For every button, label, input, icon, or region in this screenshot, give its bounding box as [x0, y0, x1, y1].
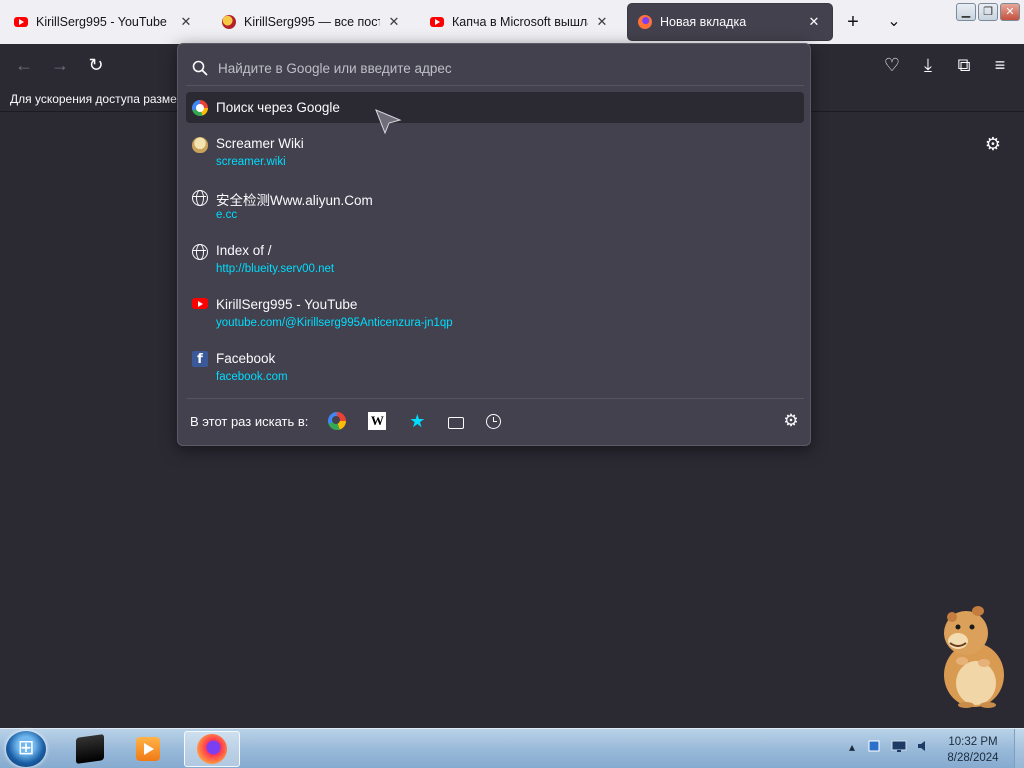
suggestion-title: KirillSerg995 - YouTube [216, 297, 358, 312]
suggestion-title: Index of / [216, 243, 272, 258]
tab-title: Капча в Microsoft вышла на [452, 15, 588, 29]
google-icon[interactable] [328, 412, 347, 430]
suggestion-search-google[interactable]: Поиск через Google [186, 92, 804, 123]
bookmarks-star-icon[interactable]: ★ [408, 412, 426, 430]
urlbar-dropdown: Найдите в Google или введите адрес Поиск… [177, 43, 811, 446]
close-tab-icon[interactable]: ✕ [594, 14, 610, 30]
search-icon [192, 60, 208, 76]
one-off-label: В этот раз искать в: [190, 413, 309, 429]
tab-captcha[interactable]: Капча в Microsoft вышла на ✕ [420, 4, 620, 40]
taskbar-app-media-player[interactable] [120, 731, 176, 767]
show-desktop-button[interactable] [1014, 729, 1024, 768]
history-icon[interactable] [486, 413, 502, 429]
suggestion-url: e.cc [216, 209, 238, 221]
site-favicon [192, 137, 208, 153]
back-button[interactable]: ← [14, 55, 34, 75]
mouse-cursor-icon [375, 109, 402, 134]
close-tab-icon[interactable]: ✕ [386, 14, 402, 30]
forward-button[interactable]: → [50, 55, 70, 75]
tray-volume-icon[interactable] [915, 739, 931, 755]
youtube-icon [430, 17, 444, 27]
suggestion-screamer-wiki[interactable]: Screamer Wiki screamer.wiki [186, 132, 804, 178]
clock-time: 10:32 PM [948, 736, 998, 748]
search-settings-gear-icon[interactable]: ⚙ [782, 412, 800, 430]
new-tab-button[interactable]: + [843, 12, 863, 32]
list-all-tabs-button[interactable]: ⌄ [884, 12, 904, 32]
close-tab-icon[interactable]: ✕ [178, 14, 194, 30]
hamster-sticker [944, 606, 1004, 708]
taskbar-app-firefox[interactable] [184, 731, 240, 767]
wikipedia-icon[interactable]: W [368, 412, 387, 430]
suggestion-url: youtube.com/@Kirillserg995Anticenzura-jn… [216, 317, 453, 329]
tab-title: KirillSerg995 — все посты по [244, 15, 380, 29]
globe-icon [192, 190, 208, 206]
one-off-search-bar: В этот раз искать в: W ★ ⚙ [186, 404, 804, 438]
tray-network-icon[interactable] [891, 739, 907, 755]
youtube-icon [14, 17, 28, 27]
tray-chevron-icon[interactable]: ▴ [844, 739, 860, 755]
suggestion-facebook[interactable]: f Facebook facebook.com [186, 347, 804, 393]
app-menu-button[interactable]: ≡ [990, 55, 1010, 75]
suggestion-url: screamer.wiki [216, 156, 286, 168]
windows-taskbar: ▴ 10:32 PM 8/28/2024 [0, 728, 1024, 768]
firefox-icon [638, 15, 652, 29]
black-box-app-icon [76, 734, 104, 764]
suggestion-index-of[interactable]: Index of / http://blueity.serv00.net [186, 239, 804, 285]
downloads-button[interactable]: ⤓ [918, 55, 938, 75]
suggestion-title: Screamer Wiki [216, 136, 304, 151]
extensions-button[interactable]: ⧉ [954, 55, 974, 75]
page-settings-gear-icon[interactable]: ⚙ [983, 134, 1003, 154]
url-input[interactable]: Найдите в Google или введите адрес [186, 52, 804, 84]
close-tab-icon[interactable]: ✕ [806, 14, 822, 30]
taskbar-clock[interactable]: 10:32 PM 8/28/2024 [935, 734, 1011, 766]
tabs-icon[interactable] [448, 416, 465, 429]
suggestion-aliyun[interactable]: 安全检测Www.aliyun.Com e.cc [186, 185, 804, 231]
minimize-button[interactable]: ▁ [956, 3, 976, 21]
firefox-icon [197, 734, 227, 764]
suggestion-url: facebook.com [216, 371, 288, 383]
clock-date: 8/28/2024 [947, 752, 999, 764]
google-icon [192, 100, 208, 116]
tray-flag-icon[interactable] [866, 739, 882, 755]
url-placeholder: Найдите в Google или введите адрес [218, 60, 452, 76]
tab-title: Новая вкладка [660, 15, 747, 29]
bookmarks-hint: Для ускорения доступа размес [10, 92, 183, 106]
suggestion-title: Поиск через Google [216, 100, 340, 115]
youtube-icon [192, 298, 208, 309]
close-window-button[interactable]: ✕ [1000, 3, 1020, 21]
start-button[interactable] [6, 731, 46, 767]
tab-title: KirillSerg995 - YouTube [36, 15, 167, 29]
pocket-button[interactable]: ♡ [882, 55, 902, 75]
reload-button[interactable]: ↻ [86, 55, 106, 75]
media-player-icon [136, 737, 160, 761]
suggestion-url: http://blueity.serv00.net [216, 263, 335, 275]
suggestion-title: 安全检测Www.aliyun.Com [216, 193, 373, 208]
tab-posts[interactable]: KirillSerg995 — все посты по ✕ [212, 4, 412, 40]
tab-youtube-channel[interactable]: KirillSerg995 - YouTube ✕ [4, 4, 204, 40]
divider [186, 398, 804, 399]
facebook-icon: f [192, 351, 208, 367]
globe-icon [192, 244, 208, 260]
tab-strip: KirillSerg995 - YouTube ✕ KirillSerg995 … [0, 0, 1024, 44]
pikachu-icon [222, 15, 236, 29]
restore-button[interactable]: ❐ [978, 3, 998, 21]
taskbar-app-black-box[interactable] [62, 731, 118, 767]
suggestion-youtube[interactable]: KirillSerg995 - YouTube youtube.com/@Kir… [186, 293, 804, 339]
suggestion-title: Facebook [216, 351, 276, 366]
divider [186, 85, 804, 86]
tab-new-tab[interactable]: Новая вкладка ✕ [628, 4, 832, 40]
